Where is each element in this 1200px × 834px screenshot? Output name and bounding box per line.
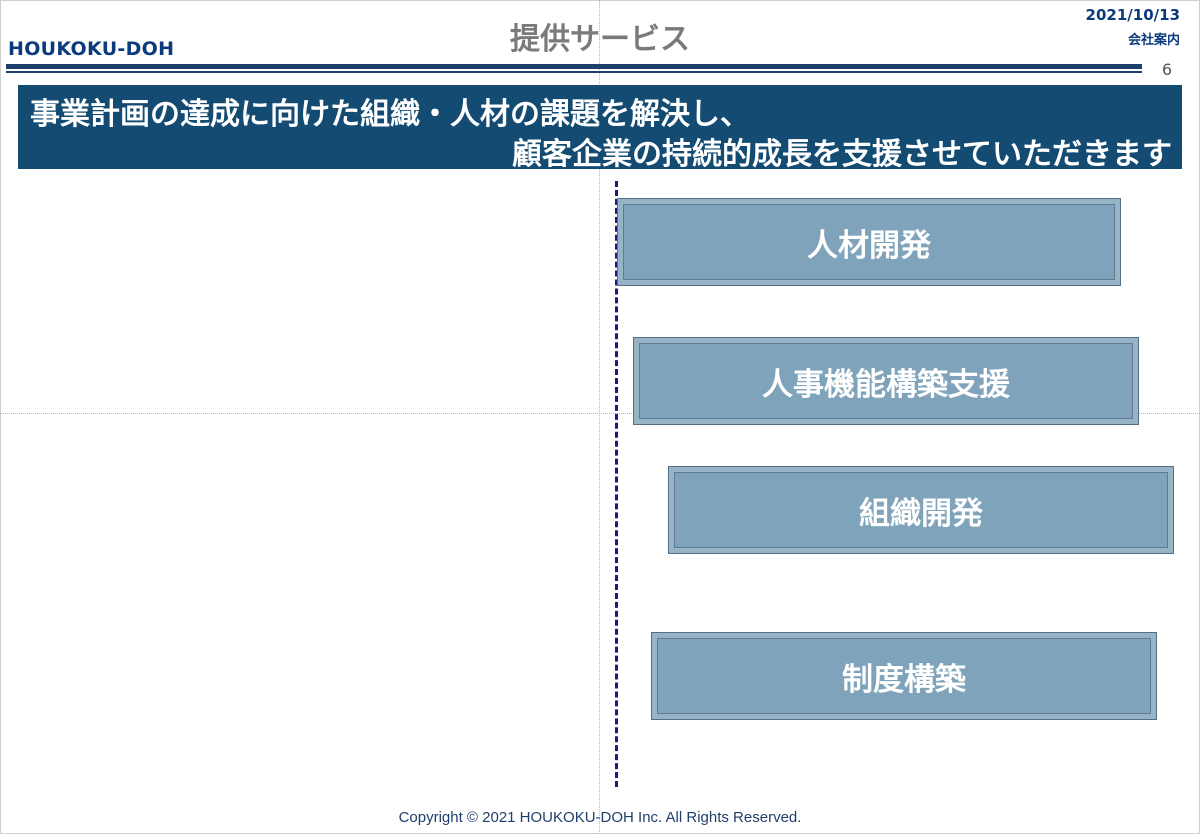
document-type: 会社案内 (1127, 33, 1180, 48)
service-label: 組織開発 (859, 495, 983, 532)
service-box-system-building: 制度構築 (651, 632, 1157, 720)
service-label: 人材開発 (807, 227, 931, 264)
header-rule-thick (6, 64, 1142, 69)
page-number: 6 (1161, 60, 1172, 79)
mission-banner: 事業計画の達成に向けた組織・人材の課題を解決し、 顧客企業の持続的成長を支援させ… (18, 85, 1182, 172)
service-label: 制度構築 (842, 661, 966, 698)
service-label: 人事機能構築支援 (762, 366, 1010, 403)
page-title: 提供サービス (510, 22, 690, 57)
document-date: 2021/10/13 (1085, 6, 1180, 24)
service-box-hr-function-support: 人事機能構築支援 (633, 337, 1139, 425)
copyright-footer: Copyright © 2021 HOUKOKU-DOH Inc. All Ri… (398, 809, 802, 826)
banner-line-1: 事業計画の達成に向けた組織・人材の課題を解決し、 (30, 97, 750, 132)
service-box-organization-development: 組織開発 (668, 466, 1174, 554)
header-rule-thin (6, 71, 1142, 73)
service-box-talent-development: 人材開発 (617, 198, 1121, 286)
banner-line-2: 顧客企業の持続的成長を支援させていただきます (512, 137, 1172, 172)
